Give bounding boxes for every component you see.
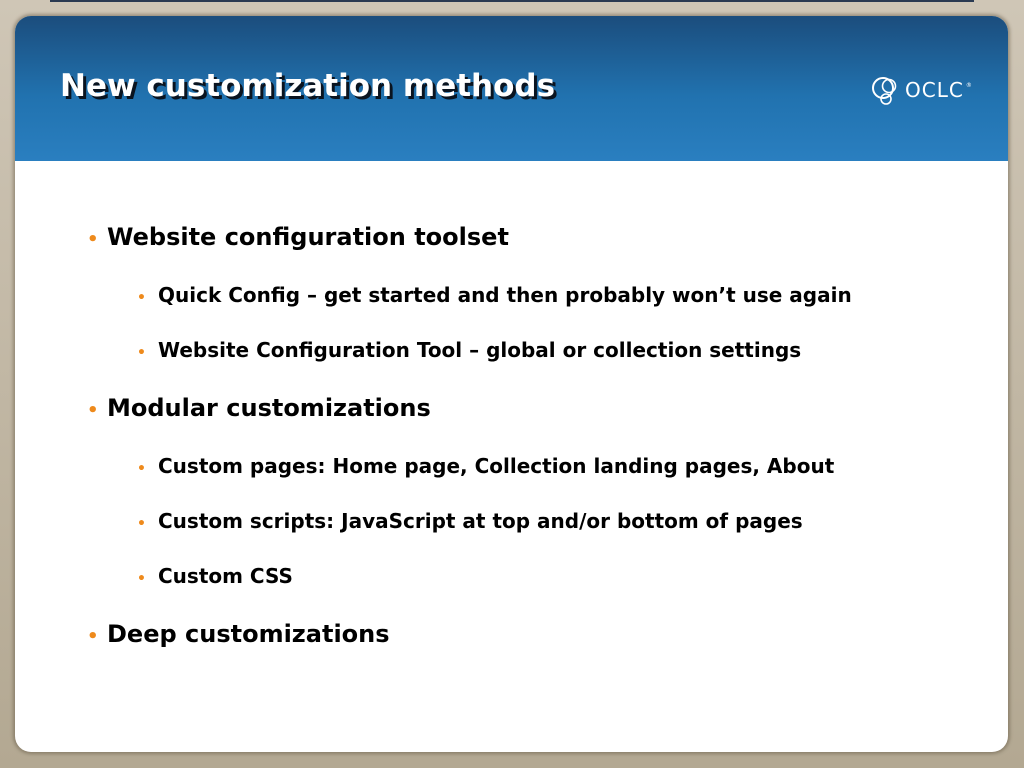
list-item: • Custom CSS [137,564,293,588]
top-border-line [50,0,974,2]
list-item-text: Website configuration toolset [107,223,509,251]
list-item: • Website configuration toolset [87,223,509,251]
list-item: • Custom scripts: JavaScript at top and/… [137,509,803,533]
list-item-text: Website Configuration Tool – global or c… [158,338,802,362]
bullet-dot: • [87,626,99,647]
bullet-dot: • [137,345,146,361]
list-item-text: Custom CSS [158,564,293,588]
list-item: • Website Configuration Tool – global or… [137,338,801,362]
list-item-text: Custom scripts: JavaScript at top and/or… [158,509,803,533]
list-item-text: Custom pages: Home page, Collection land… [158,454,835,478]
oclc-globe-icon [872,77,897,105]
bullet-dot: • [137,516,146,532]
list-item: • Modular customizations [87,394,431,422]
oclc-logo: OCLC ® [871,74,972,106]
bullet-dot: • [137,461,146,477]
bullet-dot: • [137,571,146,587]
list-item-text: Deep customizations [107,620,390,648]
logo-trademark: ® [965,82,972,89]
bullet-dot: • [137,290,146,306]
list-item-text: Modular customizations [107,394,431,422]
slide-header: New customization methods OCLC ® [15,16,1008,161]
list-item-text: Quick Config – get started and then prob… [158,283,852,307]
logo-text: OCLC [905,78,964,102]
slide: New customization methods OCLC ® • Websi… [15,16,1008,752]
list-item: • Custom pages: Home page, Collection la… [137,454,834,478]
list-item: • Deep customizations [87,620,390,648]
bullet-dot: • [87,400,99,421]
slide-title: New customization methods [60,68,556,104]
list-item: • Quick Config – get started and then pr… [137,283,852,307]
bullet-dot: • [87,229,99,250]
